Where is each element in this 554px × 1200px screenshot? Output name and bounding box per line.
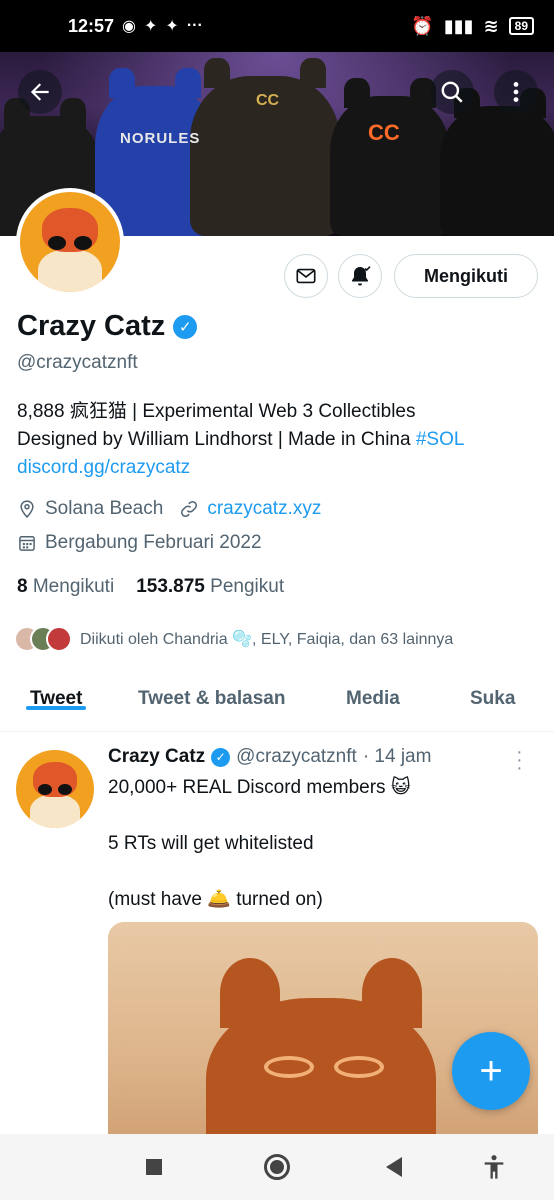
tweet-author-avatar[interactable] bbox=[16, 750, 94, 828]
signal-icon: ▮▮▮ bbox=[443, 15, 474, 36]
calendar-icon bbox=[17, 533, 37, 553]
back-triangle-icon[interactable] bbox=[386, 1157, 402, 1177]
profile-name: Crazy Catz bbox=[17, 310, 166, 342]
search-icon bbox=[441, 81, 463, 103]
following-button[interactable]: Mengikuti bbox=[394, 254, 538, 298]
follower-avatar bbox=[46, 626, 72, 652]
tab-tweets-replies[interactable]: Tweet & balasan bbox=[138, 670, 285, 710]
following-count-link[interactable]: 8 Mengikuti bbox=[17, 576, 114, 598]
tab-likes[interactable]: Suka bbox=[470, 670, 515, 710]
tab-tweets[interactable]: Tweet bbox=[25, 670, 87, 710]
verified-badge-icon: ✓ bbox=[211, 747, 231, 767]
whatsapp-icon: ◉ bbox=[122, 18, 137, 35]
banner-cc-small-logo: CC bbox=[256, 92, 280, 109]
search-button[interactable] bbox=[430, 70, 474, 114]
tweet-text: 20,000+ REAL Discord members 😺 5 RTs wil… bbox=[108, 777, 411, 910]
tweet-author-name[interactable]: Crazy Catz bbox=[108, 746, 205, 768]
message-button[interactable] bbox=[284, 254, 328, 298]
banner-cat bbox=[440, 88, 554, 236]
hashtag-link[interactable]: #SOL bbox=[416, 429, 465, 450]
bell-check-icon bbox=[352, 266, 371, 286]
status-bar: 12:57 ◉ ✦ ✦ ··· ⏰ ▮▮▮ ≋ 89 bbox=[0, 0, 554, 52]
tweet-header: Crazy Catz ✓ @crazycatznft · 14 jam bbox=[108, 746, 431, 768]
alarm-icon: ⏰ bbox=[411, 15, 434, 36]
bio-link[interactable]: discord.gg/crazycatz bbox=[17, 454, 537, 482]
status-time: 12:57 bbox=[68, 15, 115, 36]
accessibility-icon[interactable] bbox=[480, 1153, 508, 1181]
tab-media[interactable]: Media bbox=[346, 670, 400, 710]
recent-apps-icon[interactable] bbox=[146, 1159, 162, 1175]
notifications-button[interactable] bbox=[338, 254, 382, 298]
twitter-icon: ✦ bbox=[144, 18, 158, 35]
envelope-icon bbox=[296, 268, 316, 284]
verified-badge-icon: ✓ bbox=[173, 314, 198, 339]
arrow-left-icon bbox=[30, 83, 49, 101]
wifi-icon: ≋ bbox=[483, 15, 499, 36]
website-link[interactable]: crazycatz.xyz bbox=[207, 498, 321, 520]
profile-bio: 8,888 疯狂猫 | Experimental Web 3 Collectib… bbox=[17, 398, 537, 482]
joined-text: Bergabung Februari 2022 bbox=[45, 532, 262, 553]
location-pin-icon bbox=[17, 499, 37, 519]
follow-counts: 8 Mengikuti 153.875 Pengikut bbox=[17, 576, 284, 598]
battery-indicator: 89 bbox=[508, 17, 534, 35]
home-icon[interactable] bbox=[264, 1154, 290, 1180]
twitter-icon: ✦ bbox=[165, 18, 179, 35]
profile-handle: @crazycatznft bbox=[17, 352, 138, 373]
more-vertical-icon bbox=[513, 82, 519, 102]
back-button[interactable] bbox=[18, 70, 62, 114]
profile-meta-joined: Bergabung Februari 2022 bbox=[17, 532, 262, 554]
more-notifications-icon: ··· bbox=[186, 17, 203, 34]
more-options-button[interactable] bbox=[494, 70, 538, 114]
followed-by-row[interactable]: Diikuti oleh Chandria 🫧, ELY, Faiqia, da… bbox=[14, 626, 453, 652]
banner-cc-logo: CC bbox=[368, 120, 400, 145]
profile-tabs: Tweet Tweet & balasan Media Suka bbox=[0, 670, 554, 732]
profile-name-row: Crazy Catz ✓ bbox=[17, 310, 198, 343]
profile-meta-location: Solana Beach crazycatz.xyz bbox=[17, 498, 321, 520]
tweet-author-handle[interactable]: @crazycatznft bbox=[236, 746, 357, 768]
tweet-time: · 14 jam bbox=[362, 746, 432, 767]
followers-count-link[interactable]: 153.875 Pengikut bbox=[136, 576, 284, 598]
banner-norules-text: NORULES bbox=[120, 130, 201, 147]
banner-cat bbox=[330, 78, 450, 236]
location-text: Solana Beach bbox=[45, 498, 164, 519]
link-icon bbox=[179, 499, 199, 519]
system-nav-bar bbox=[0, 1134, 554, 1200]
followed-by-text: Diikuti oleh Chandria 🫧, ELY, Faiqia, da… bbox=[80, 631, 454, 648]
tweet-more-options-icon[interactable]: · · · bbox=[516, 742, 523, 778]
compose-tweet-button[interactable]: + bbox=[452, 1032, 530, 1110]
profile-avatar[interactable] bbox=[16, 188, 124, 296]
